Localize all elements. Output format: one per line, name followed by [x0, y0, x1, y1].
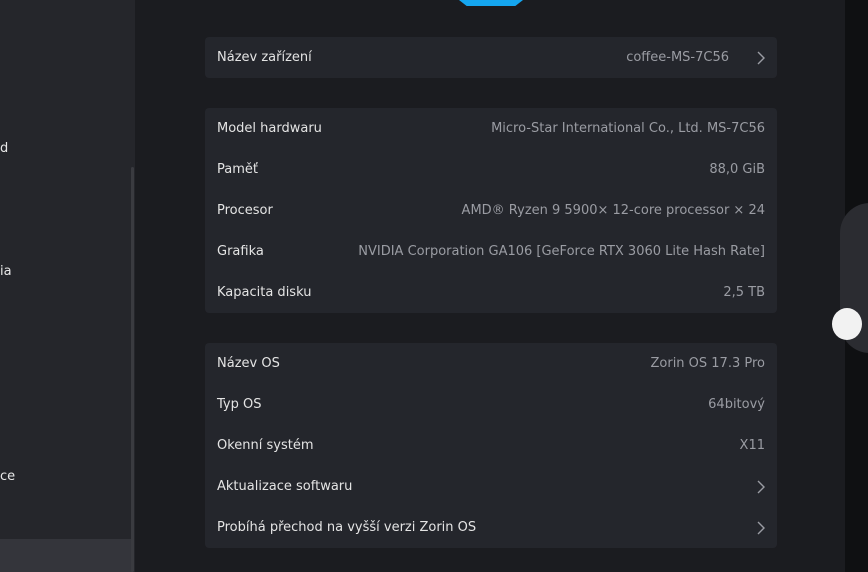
sidebar-item-selected[interactable] — [0, 539, 133, 572]
processor-value: AMD® Ryzen 9 5900× 12-core processor × 2… — [461, 203, 765, 218]
memory-row: Paměť 88,0 GiB — [205, 149, 777, 190]
os-name-label: Název OS — [217, 356, 280, 371]
disk-capacity-row: Kapacita disku 2,5 TB — [205, 272, 777, 313]
os-logo — [459, 0, 523, 6]
processor-label: Procesor — [217, 203, 273, 218]
graphics-label: Grafika — [217, 244, 264, 259]
os-type-value: 64bitový — [708, 397, 765, 412]
processor-row: Procesor AMD® Ryzen 9 5900× 12-core proc… — [205, 190, 777, 231]
graphics-value: NVIDIA Corporation GA106 [GeForce RTX 30… — [358, 244, 765, 259]
sidebar-item-label[interactable]: d — [0, 141, 8, 157]
device-name-value: coffee-MS-7C56 — [626, 50, 729, 65]
sidebar-scrollbar[interactable] — [131, 167, 134, 572]
chevron-right-icon — [741, 479, 765, 495]
chevron-right-icon — [741, 50, 765, 66]
os-group: Název OS Zorin OS 17.3 Pro Typ OS 64bito… — [205, 343, 777, 548]
windowing-system-row: Okenní systém X11 — [205, 425, 777, 466]
os-name-row: Název OS Zorin OS 17.3 Pro — [205, 343, 777, 384]
software-updates-row[interactable]: Aktualizace softwaru — [205, 466, 777, 507]
windowing-system-label: Okenní systém — [217, 438, 314, 453]
hardware-group: Model hardwaru Micro-Star International … — [205, 108, 777, 313]
disk-capacity-value: 2,5 TB — [723, 285, 765, 300]
memory-label: Paměť — [217, 162, 258, 177]
sidebar-item-label[interactable]: ce — [0, 469, 15, 485]
device-name-label: Název zařízení — [217, 50, 312, 65]
upgrade-row[interactable]: Probíhá přechod na vyšší verzi Zorin OS — [205, 507, 777, 548]
dock-icon[interactable] — [832, 308, 862, 340]
device-name-group: Název zařízení coffee-MS-7C56 — [205, 37, 777, 78]
hardware-model-label: Model hardwaru — [217, 121, 322, 136]
software-updates-label: Aktualizace softwaru — [217, 479, 353, 494]
graphics-row: Grafika NVIDIA Corporation GA106 [GeForc… — [205, 231, 777, 272]
chevron-right-icon — [741, 520, 765, 536]
sidebar: d ia ce — [0, 0, 135, 572]
upgrade-label: Probíhá přechod na vyšší verzi Zorin OS — [217, 520, 477, 535]
hardware-model-row: Model hardwaru Micro-Star International … — [205, 108, 777, 149]
memory-value: 88,0 GiB — [709, 162, 765, 177]
os-type-row: Typ OS 64bitový — [205, 384, 777, 425]
windowing-system-value: X11 — [739, 438, 765, 453]
os-name-value: Zorin OS 17.3 Pro — [650, 356, 765, 371]
os-type-label: Typ OS — [217, 397, 262, 412]
disk-capacity-label: Kapacita disku — [217, 285, 312, 300]
sidebar-item-label[interactable]: ia — [0, 264, 12, 280]
device-name-row[interactable]: Název zařízení coffee-MS-7C56 — [205, 37, 777, 78]
hardware-model-value: Micro-Star International Co., Ltd. MS-7C… — [491, 121, 765, 136]
